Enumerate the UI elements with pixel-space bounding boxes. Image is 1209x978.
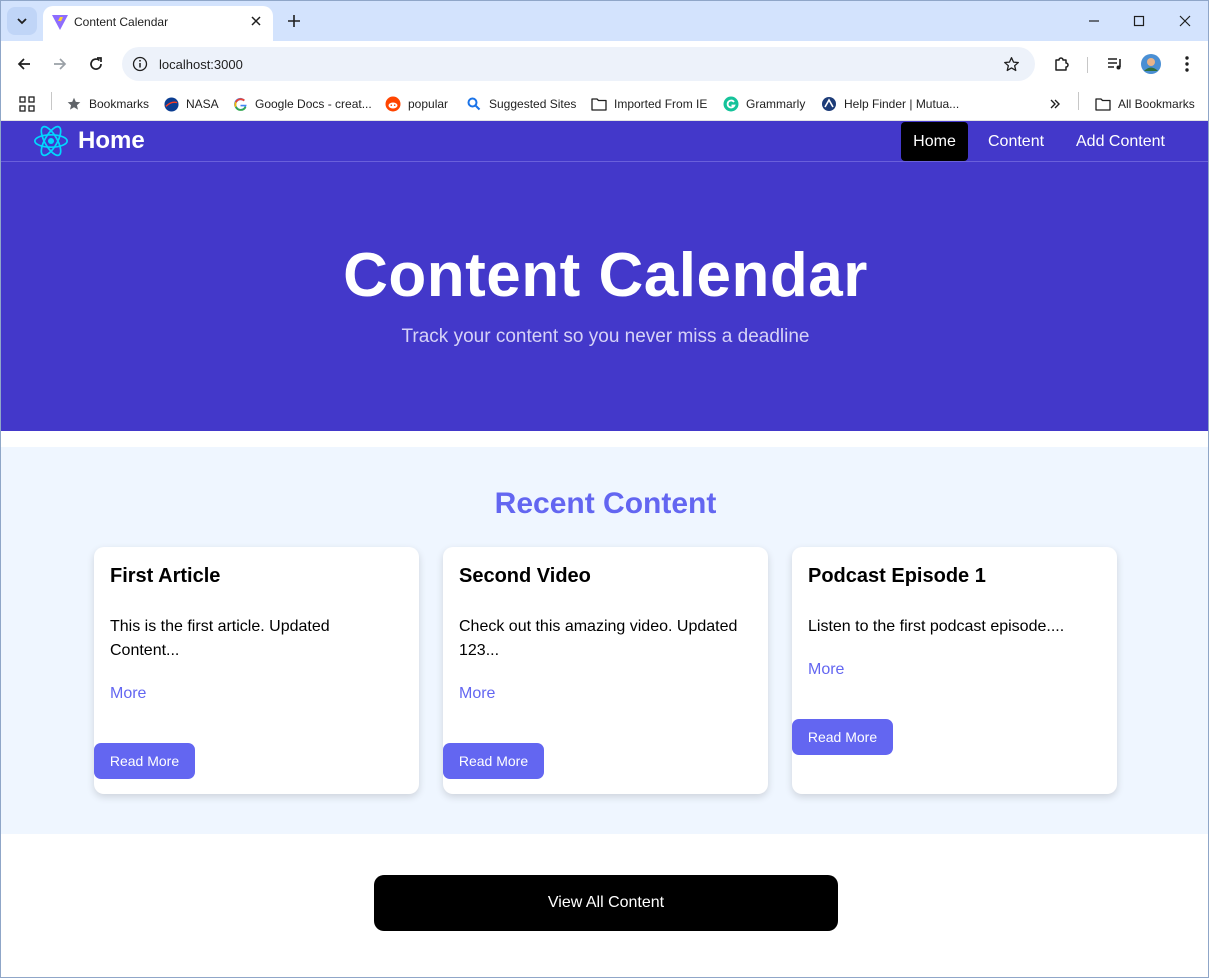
reddit-icon — [385, 96, 401, 112]
card-description: This is the first article. Updated Conte… — [110, 618, 330, 659]
media-control-button[interactable] — [1103, 52, 1127, 76]
bookmark-star-icon[interactable] — [1001, 54, 1021, 74]
browser-toolbar: localhost:3000 — [1, 41, 1208, 87]
folder-icon — [591, 96, 607, 112]
back-button[interactable] — [12, 52, 36, 76]
web-page: Home Home Content Add Content Content Ca… — [1, 121, 1208, 977]
hero-subtitle: Track your content so you never miss a d… — [401, 326, 810, 347]
read-more-button[interactable]: Read More — [443, 743, 544, 779]
tab-title: Content Calendar — [74, 15, 169, 29]
site-info-icon[interactable] — [130, 54, 150, 74]
bookmark-label: NASA — [186, 97, 219, 111]
playlist-icon — [1108, 58, 1121, 70]
brand-link[interactable]: Home — [32, 123, 145, 159]
url-text[interactable]: localhost:3000 — [159, 57, 243, 72]
address-bar[interactable]: localhost:3000 — [122, 47, 1035, 81]
arrow-left-icon — [17, 58, 30, 70]
close-icon — [1179, 15, 1191, 27]
bookmark-label: Google Docs - creat... — [255, 97, 372, 111]
bookmark-label: Suggested Sites — [489, 97, 577, 111]
minimize-icon — [1089, 20, 1099, 22]
card-more-link[interactable]: More — [808, 661, 844, 679]
nav-link-home[interactable]: Home — [901, 122, 968, 161]
nav-link-add-content[interactable]: Add Content — [1064, 122, 1177, 161]
bookmark-label: Help Finder | Mutua... — [844, 97, 960, 111]
profile-avatar[interactable] — [1139, 52, 1163, 76]
card-description: Listen to the first podcast episode.... — [808, 618, 1065, 635]
bookmark-folder[interactable]: Imported From IE — [591, 93, 707, 115]
card-description: Check out this amazing video. Updated 12… — [459, 618, 738, 659]
react-logo-icon — [33, 125, 69, 157]
toolbar-divider — [1087, 57, 1088, 73]
puzzle-icon — [1055, 57, 1069, 71]
nav-link-content[interactable]: Content — [976, 122, 1056, 161]
bookmark-label: Grammarly — [746, 97, 806, 111]
app-navbar: Home Home Content Add Content — [1, 121, 1208, 162]
read-more-button[interactable]: Read More — [792, 719, 893, 755]
vite-icon — [52, 15, 68, 30]
bookmark-item[interactable]: Suggested Sites — [466, 93, 576, 115]
card-title: Second Video — [459, 565, 591, 587]
tab-strip: Content Calendar — [1, 1, 1208, 41]
content-card: Second Video Check out this amazing vide… — [443, 547, 768, 794]
tab-search-button[interactable] — [7, 7, 37, 35]
arrow-right-icon — [54, 58, 67, 70]
bookmarks-divider — [51, 92, 52, 110]
bookmark-item[interactable]: Bookmarks — [66, 93, 149, 115]
bookmark-label: Imported From IE — [614, 97, 708, 111]
bookmark-item[interactable]: NASA — [163, 93, 219, 115]
bookmark-item[interactable]: Grammarly — [723, 93, 805, 115]
hero-section: Content Calendar Track your content so y… — [1, 162, 1208, 431]
brand-name: Home — [78, 127, 145, 154]
search-icon — [466, 96, 482, 112]
bookmark-label: All Bookmarks — [1118, 97, 1195, 111]
nasa-icon — [163, 96, 179, 112]
content-card: Podcast Episode 1 Listen to the first po… — [792, 547, 1117, 794]
close-tab-icon[interactable] — [247, 12, 265, 30]
bookmark-label: popular — [408, 97, 449, 111]
all-bookmarks-folder[interactable]: All Bookmarks — [1095, 93, 1195, 115]
help-finder-icon — [821, 96, 837, 112]
more-bookmarks-button[interactable] — [1047, 93, 1070, 115]
close-window-button[interactable] — [1173, 9, 1197, 33]
card-title: First Article — [110, 565, 221, 587]
bookmark-label: Bookmarks — [89, 97, 150, 111]
google-icon — [232, 96, 248, 112]
maximize-button[interactable] — [1127, 9, 1151, 33]
browser-tab[interactable]: Content Calendar — [43, 6, 273, 41]
extensions-button[interactable] — [1050, 52, 1074, 76]
apps-button[interactable] — [19, 93, 42, 115]
bookmark-item[interactable]: Google Docs - creat... — [232, 93, 372, 115]
forward-button[interactable] — [48, 52, 72, 76]
minimize-button[interactable] — [1082, 9, 1106, 33]
browser-window: Content Calendar localhost:3000 Bookmark… — [0, 0, 1209, 978]
reload-button[interactable] — [84, 52, 108, 76]
reload-icon — [90, 57, 102, 70]
bookmark-item[interactable]: popular — [385, 93, 448, 115]
recent-content-section: Recent Content First Article This is the… — [1, 447, 1208, 834]
card-more-link[interactable]: More — [110, 685, 146, 703]
maximize-icon — [1133, 15, 1145, 27]
section-heading: Recent Content — [494, 487, 717, 520]
kebab-menu-icon — [1185, 56, 1189, 72]
grammarly-icon — [723, 96, 739, 112]
card-more-link[interactable]: More — [459, 685, 495, 703]
bookmark-item[interactable]: Help Finder | Mutua... — [821, 93, 959, 115]
read-more-button[interactable]: Read More — [94, 743, 195, 779]
bookmarks-bar: Bookmarks NASA Google Docs - creat... po… — [1, 87, 1208, 121]
folder-icon — [1095, 96, 1111, 112]
bookmarks-divider — [1078, 92, 1079, 110]
hero-title: Content Calendar — [343, 241, 868, 310]
avatar-icon — [1141, 54, 1161, 74]
chevron-double-right-icon — [1047, 96, 1063, 112]
card-title: Podcast Episode 1 — [808, 565, 986, 587]
plus-icon — [288, 15, 300, 27]
view-all-content-button[interactable]: View All Content — [374, 875, 838, 931]
star-icon — [66, 96, 82, 112]
apps-grid-icon — [19, 96, 35, 112]
menu-button[interactable] — [1175, 52, 1199, 76]
new-tab-button[interactable] — [283, 10, 305, 32]
chevron-down-icon — [17, 18, 27, 25]
content-card: First Article This is the first article.… — [94, 547, 419, 794]
